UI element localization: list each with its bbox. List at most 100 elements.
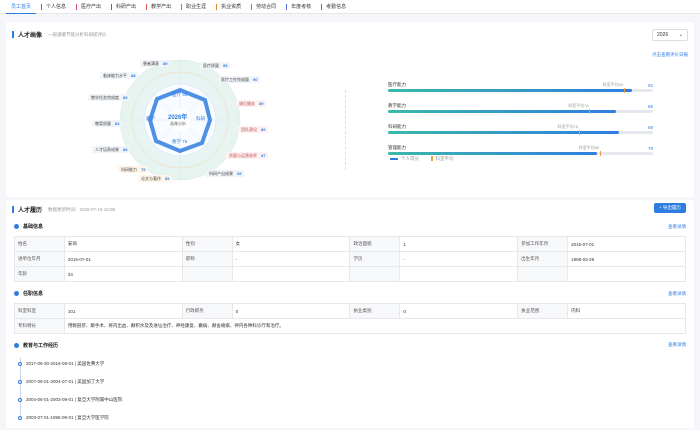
- timeline-item: 2003-07-01-1996-09-01 | 复旦大学医学院: [26, 415, 109, 420]
- tag-value: 89: [259, 101, 264, 106]
- tag-label: 科研能力: [121, 166, 137, 172]
- tab-color-bar: [181, 3, 183, 10]
- tag-value: 90: [253, 77, 258, 82]
- ability-row: 教学能力 86 科室平均76: [388, 103, 653, 114]
- ability-row: 医疗能力 92 科室平均94: [388, 82, 653, 93]
- timeline-item: 2004-06-01-2003-09-01 | 复旦大学附属中山医院: [26, 397, 123, 402]
- table-cell: 0: [399, 303, 519, 319]
- table-row: 进单位年月 2015-07-01 职称 - 学历 - 出生年月 1998-03-29: [14, 251, 686, 267]
- ability-average-text: 科室平均76: [568, 103, 589, 108]
- tag-value: 95: [223, 63, 228, 68]
- tab-label: 职业生涯: [186, 4, 207, 10]
- ability-fill: [388, 152, 598, 155]
- tag-label: 论文与著作: [141, 175, 161, 181]
- table-cell: 执业范围: [517, 303, 569, 319]
- tab-label: 员工首页: [11, 3, 32, 10]
- tag-label: 团队建设: [241, 126, 257, 132]
- edu-view-more[interactable]: 查看详情: [668, 342, 686, 348]
- table-cell: -: [399, 251, 519, 267]
- legend-average: 科室平均: [431, 156, 454, 162]
- tab-9[interactable]: 考勤信息: [316, 0, 351, 14]
- ability-fill: [388, 89, 632, 92]
- resume-title-text: 人才履历: [18, 208, 43, 214]
- portrait-tag: 质量与运营效率 87: [226, 152, 269, 159]
- ability-average-marker: [623, 88, 625, 93]
- tab-4[interactable]: 教学产出: [141, 0, 176, 14]
- tag-label: 患者满意: [143, 60, 159, 66]
- tab-color-bar: [146, 3, 148, 10]
- ability-average-text: 科室平均80: [578, 145, 600, 150]
- tab-0[interactable]: 员工首页: [6, 0, 37, 14]
- timeline-dot: [18, 362, 22, 366]
- table-cell: 姓名: [14, 236, 65, 252]
- ability-value: 86: [647, 103, 653, 109]
- section-dot-icon: [14, 224, 19, 229]
- export-resume-button[interactable]: + 导出履历: [654, 203, 686, 213]
- ability-value: 79: [647, 145, 653, 151]
- vertical-divider: [345, 90, 346, 170]
- tab-2[interactable]: 医疗产出: [71, 0, 106, 14]
- portrait-title-text: 人才画像: [18, 33, 43, 39]
- tab-label: 考勤信息: [326, 4, 347, 10]
- timeline-item: 2007-09-01-2004-07-01 | 美国加丁大学: [26, 379, 105, 384]
- tag-value: 88: [123, 147, 128, 152]
- basic-view-more[interactable]: 查看详情: [668, 224, 686, 230]
- table-cell: 101: [63, 303, 183, 319]
- tab-label: 劳动合同: [256, 4, 277, 10]
- ability-average-marker: [578, 130, 580, 135]
- timeline-item: 2017-06-30-2016-09-01 | 美国佐弗大学: [26, 361, 105, 366]
- table-cell: [349, 266, 401, 282]
- table-row: 科室科室 101 行政职务 0 执业类别 0 执业范围 内科: [14, 303, 686, 319]
- table-cell: -: [231, 251, 351, 267]
- tab-7[interactable]: 劳动合同: [246, 0, 281, 14]
- portrait-tag: 课后服务 89: [236, 100, 267, 107]
- tab-color-bar: [251, 3, 253, 10]
- resume-title: 人才履历 数据更新时间：2026-07-19 16:08: [12, 205, 115, 214]
- resume-updated: 数据更新时间：2026-07-19 16:08: [48, 206, 116, 212]
- portrait-tag: 团队建设 89: [238, 126, 269, 133]
- inner-top-label: 医疗 93: [172, 92, 188, 97]
- ability-value: 69: [647, 124, 653, 130]
- tag-value: 85: [165, 176, 170, 181]
- tag-label: 医疗工作完成量: [221, 76, 249, 82]
- center-year: 2026年: [168, 115, 188, 121]
- table-cell: [231, 266, 351, 282]
- portrait-tag: 医疗工作完成量 90: [218, 76, 261, 83]
- timeline-dot: [18, 416, 22, 420]
- report-link[interactable]: 点击查看评价日报: [652, 52, 688, 58]
- tab-5[interactable]: 职业生涯: [176, 0, 211, 14]
- year-value: 2026: [657, 32, 669, 38]
- tab-8[interactable]: 年度考核: [281, 0, 316, 14]
- post-view-more[interactable]: 查看详情: [668, 291, 686, 297]
- table-row: 姓名 安琦 性别女政治面貌 1 参加工作年月 2015-07-01: [14, 236, 686, 252]
- tag-label: 临床能力水平: [103, 72, 127, 78]
- ability-average-marker: [589, 109, 591, 114]
- legend-personal: 个人得分: [390, 156, 419, 162]
- ability-name: 教学能力: [388, 103, 406, 108]
- tag-label: 科研产出成果: [209, 170, 233, 176]
- table-cell: [517, 266, 569, 282]
- year-select[interactable]: 2026 ⌄: [652, 29, 688, 41]
- tab-label: 执业资质: [221, 4, 242, 10]
- tab-6[interactable]: 执业资质: [211, 0, 246, 14]
- table-cell: [181, 266, 233, 282]
- table-cell: 政治面貌: [349, 236, 401, 252]
- tab-color-bar: [286, 3, 288, 10]
- ability-track: 科室平均94: [388, 82, 653, 93]
- table-cell: 女: [231, 236, 351, 252]
- ability-row: 管理能力 79 科室平均80: [388, 145, 653, 156]
- timeline-dot: [18, 380, 22, 384]
- tab-1[interactable]: 个人信息: [36, 0, 71, 14]
- portrait-subtitle: 一般遵循节能分析科研提评价: [48, 31, 107, 37]
- portrait-tag: 患者满意 89: [140, 60, 171, 67]
- portrait-tag: 教学任务完成度 85: [88, 94, 131, 101]
- table-row: 年龄 34: [14, 266, 686, 282]
- table-cell: 执业类别: [349, 303, 401, 319]
- table-cell: 安琦: [63, 236, 183, 252]
- table-cell: 0: [231, 303, 351, 319]
- tag-value: 75: [141, 167, 146, 172]
- tag-label: 教学任务完成度: [91, 94, 119, 100]
- skill-label: 专科特长: [14, 318, 65, 334]
- tab-3[interactable]: 科研产出: [106, 0, 141, 14]
- inner-right-label: 科研: [196, 116, 205, 121]
